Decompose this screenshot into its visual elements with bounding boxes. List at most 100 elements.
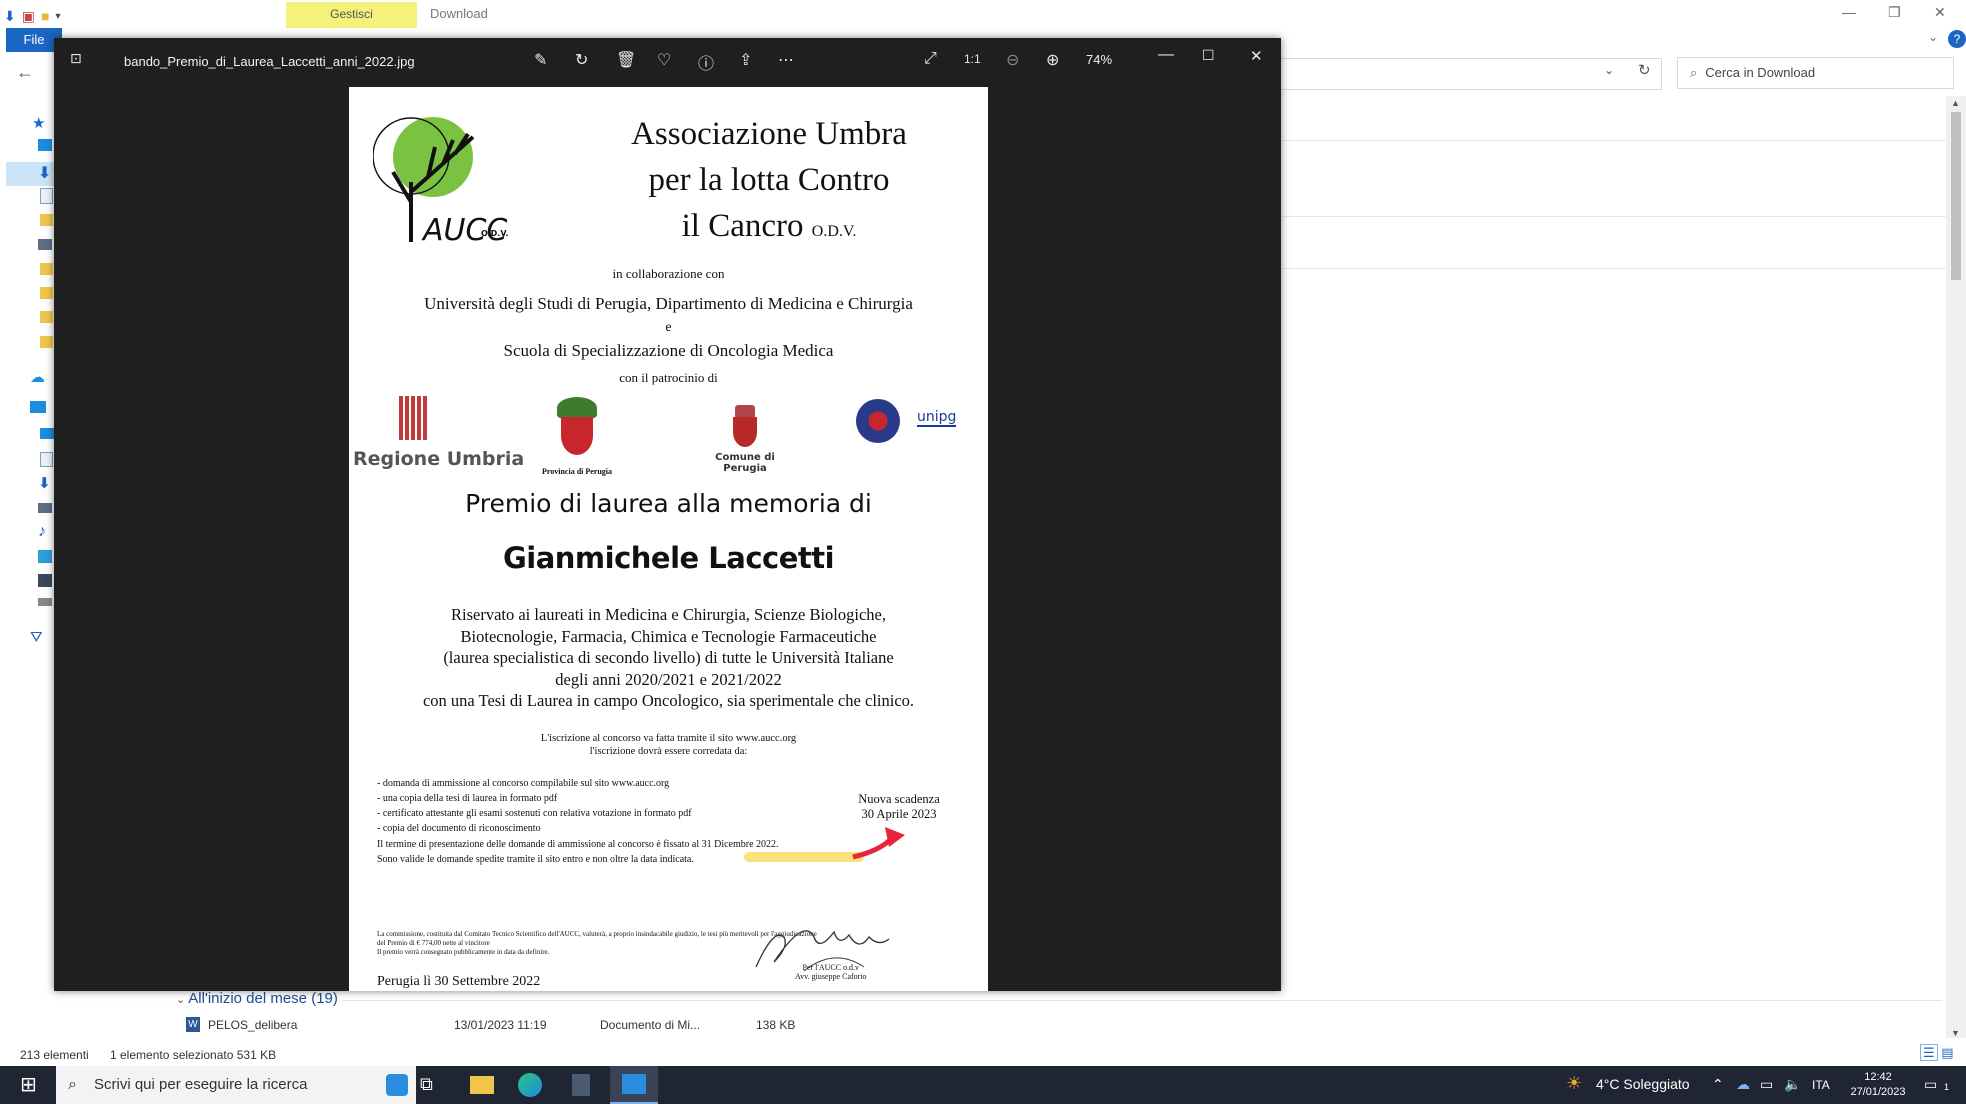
help-icon[interactable]: ? [1948, 30, 1966, 48]
zoom-in-icon[interactable]: ⊕ [1046, 50, 1059, 70]
download-arrow-icon[interactable]: ⬇ [4, 8, 16, 25]
minimize-icon[interactable]: — [1842, 4, 1856, 20]
minimize-icon[interactable]: — [1158, 46, 1174, 64]
downloads-icon[interactable]: ⬇ [38, 474, 51, 492]
delete-icon[interactable]: 🗑 [616, 50, 636, 70]
videos-icon[interactable] [38, 574, 52, 587]
new-deadline-date: 30 Aprile 2023 [861, 807, 937, 821]
clock[interactable]: 12:42 27/01/2023 [1838, 1070, 1918, 1100]
onedrive-icon[interactable]: ☁ [30, 368, 45, 386]
show-hidden-icons-icon[interactable]: ⌃ [1712, 1076, 1724, 1093]
address-dropdown-icon[interactable]: ⌄ [1604, 63, 1614, 77]
photos-taskbar-button[interactable] [610, 1066, 658, 1104]
pictures-icon[interactable] [38, 503, 52, 513]
folder-icon[interactable] [40, 263, 53, 275]
notification-count: 1 [1944, 1082, 1950, 1092]
fullscreen-icon[interactable]: ⤢ [924, 50, 937, 68]
commission-line: Il premio verrà consegnato pubblicamente… [377, 948, 550, 956]
share-icon[interactable]: ⇪ [739, 50, 752, 70]
weather-icon[interactable]: ☀ [1566, 1073, 1582, 1094]
folder-icon[interactable] [40, 336, 53, 348]
folder-icon[interactable] [40, 287, 53, 299]
search-input[interactable]: ⌕ Cerca in Download [1677, 57, 1954, 89]
scroll-down-icon[interactable]: ▼ [1951, 1028, 1960, 1038]
desktop-icon[interactable] [38, 139, 52, 151]
group-divider [342, 1000, 1942, 1001]
desktop-icon[interactable] [40, 428, 54, 439]
scroll-up-icon[interactable]: ▲ [1951, 98, 1960, 108]
provincia-shield-icon [561, 417, 593, 455]
folder-icon[interactable] [40, 311, 53, 323]
word-document-icon: W [186, 1017, 200, 1032]
file-type: Documento di Mi... [600, 1018, 701, 1032]
local-disk-icon[interactable] [38, 598, 52, 606]
network-icon[interactable]: ⛛ [30, 629, 43, 646]
folder-icon[interactable] [40, 214, 53, 226]
pictures-icon[interactable] [38, 239, 52, 250]
photos-app-icon[interactable]: ⊡ [70, 50, 82, 67]
search-icon: ⌕ [68, 1076, 77, 1093]
close-icon[interactable]: ✕ [1934, 4, 1946, 21]
file-size: 138 KB [756, 1018, 796, 1032]
ribbon-context-tab[interactable]: Gestisci [286, 2, 417, 28]
3d-objects-icon[interactable] [38, 550, 52, 563]
taskbar-search-input[interactable]: ⌕ Scrivi qui per eseguire la ricerca [56, 1066, 416, 1104]
properties-icon[interactable]: ▣ [22, 8, 35, 25]
calculator-icon[interactable] [572, 1074, 590, 1096]
this-pc-icon[interactable] [30, 401, 46, 413]
documents-icon[interactable] [40, 188, 53, 204]
actual-size-icon[interactable]: 1:1 [964, 52, 981, 66]
rotate-icon[interactable]: ↻ [575, 50, 588, 70]
close-icon[interactable]: ✕ [1250, 47, 1263, 65]
zoom-out-icon[interactable]: ⊖ [1006, 50, 1019, 70]
music-icon[interactable]: ♪ [38, 523, 46, 541]
more-options-icon[interactable]: ⋯ [778, 50, 794, 70]
file-explorer-taskbar-icon[interactable] [470, 1076, 494, 1094]
refresh-icon[interactable]: ↻ [1638, 61, 1651, 79]
downloads-icon[interactable]: ⬇ [38, 163, 51, 183]
and-text: e [665, 320, 672, 335]
file-list-row[interactable]: W PELOS_delibera 13/01/2023 11:19 Docume… [184, 1016, 984, 1036]
logo-odv: O.D.V. [481, 229, 509, 238]
deadline-line: Il termine di presentazione delle domand… [377, 839, 779, 850]
notifications-icon[interactable]: ▭ [1924, 1076, 1937, 1093]
file-name: PELOS_delibera [208, 1018, 298, 1032]
view-toggle: ☰ ▤ [1920, 1044, 1954, 1061]
quick-access-star-icon[interactable]: ★ [32, 114, 45, 132]
zoom-level[interactable]: 74% [1086, 52, 1112, 67]
language-indicator[interactable]: ITA [1812, 1078, 1830, 1092]
new-deadline-label: Nuova scadenza [858, 792, 940, 806]
red-arrow-icon [852, 827, 905, 860]
description-line: Biotecnologie, Farmacia, Chimica e Tecno… [460, 626, 877, 646]
restore-icon[interactable]: ❐ [1888, 4, 1901, 21]
details-view-icon[interactable]: ☰ [1920, 1044, 1938, 1061]
scrollbar-thumb[interactable] [1951, 112, 1961, 280]
ribbon-expand-icon[interactable]: ⌄ [1928, 30, 1938, 44]
document-title: Associazione Umbra per la lotta Contro i… [569, 111, 969, 255]
volume-icon[interactable]: 🔈 [1784, 1076, 1801, 1093]
requirement-item: - certificato attestante gli esami soste… [377, 808, 692, 819]
comune-shield-icon [733, 417, 757, 447]
new-folder-icon[interactable]: ■ [41, 8, 49, 24]
displayed-image[interactable]: AUCC O.D.V. Associazione Umbra per la lo… [349, 87, 988, 991]
back-arrow-icon[interactable]: ← [16, 62, 34, 83]
qat-dropdown-icon[interactable]: ▾ [55, 11, 60, 22]
weather-text[interactable]: 4°C Soleggiato [1596, 1076, 1690, 1092]
group-header[interactable]: ⌄ All'inizio del mese (19) [176, 990, 338, 1007]
regione-umbria-logo [399, 396, 427, 440]
file-date: 13/01/2023 11:19 [454, 1018, 547, 1032]
documents-icon[interactable] [40, 452, 53, 467]
info-icon[interactable]: ⓘ [698, 50, 714, 74]
windows-start-icon[interactable]: ⊞ [20, 1072, 37, 1097]
edit-image-icon[interactable]: ✎ [534, 50, 547, 70]
patronage-text: con il patrocinio di [619, 370, 718, 385]
maximize-icon[interactable]: ☐ [1202, 47, 1215, 64]
provincia-crown-icon [557, 397, 597, 419]
edge-browser-icon[interactable] [518, 1073, 542, 1097]
large-icons-view-icon[interactable]: ▤ [1941, 1045, 1953, 1060]
status-selection: 1 elemento selezionato 531 KB [110, 1048, 277, 1062]
onedrive-icon[interactable]: ☁ [1736, 1076, 1750, 1093]
network-icon[interactable]: ▭ [1760, 1076, 1773, 1093]
favorite-heart-icon[interactable]: ♡ [657, 50, 671, 70]
task-view-icon[interactable]: ⧉ [420, 1074, 433, 1095]
